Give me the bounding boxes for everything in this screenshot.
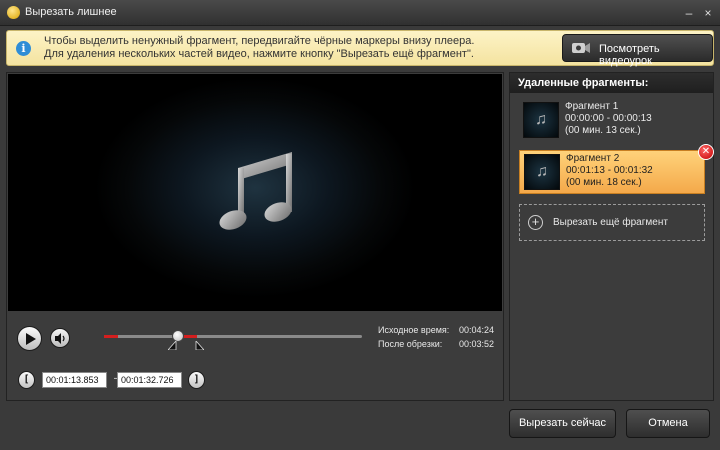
hint-line-1: Чтобы выделить ненужный фрагмент, передв…: [44, 35, 475, 47]
plus-icon: +: [528, 215, 543, 230]
video-camera-icon: [572, 43, 590, 53]
timeline-track[interactable]: [104, 335, 362, 338]
hint-line-2: Для удаления нескольких частей видео, на…: [44, 48, 474, 60]
fragment-range: 00:01:13 - 00:01:32: [566, 165, 653, 176]
video-preview[interactable]: [8, 74, 502, 311]
add-fragment-button[interactable]: + Вырезать ещё фрагмент: [519, 204, 705, 241]
add-fragment-label: Вырезать ещё фрагмент: [553, 217, 668, 228]
end-time-field[interactable]: 00:01:32.726: [117, 372, 182, 388]
player-panel: Исходное время: 00:04:24 После обрезки: …: [6, 72, 504, 401]
delete-fragment-icon[interactable]: ✕: [698, 144, 714, 160]
fragments-title: Удаленные фрагменты:: [518, 77, 649, 89]
set-end-button[interactable]: ]: [188, 371, 205, 389]
start-time-field[interactable]: 00:01:13.853: [42, 372, 107, 388]
title-bar: Вырезать лишнее – ×: [0, 0, 720, 26]
speaker-icon: [55, 333, 65, 344]
original-time-value: 00:04:24: [459, 325, 495, 335]
end-marker-icon[interactable]: [195, 341, 204, 350]
hint-text: Чтобы выделить ненужный фрагмент, передв…: [44, 35, 474, 61]
volume-button[interactable]: [50, 328, 70, 348]
fragment-name: Фрагмент 1: [565, 101, 619, 112]
fragment-thumbnail: ♫: [524, 154, 560, 190]
music-note-icon: [219, 152, 292, 230]
removed-segment-1: [104, 335, 118, 338]
original-time-label: Исходное время:: [378, 325, 450, 335]
after-trim-value: 00:03:52: [459, 339, 495, 349]
close-button[interactable]: ×: [700, 5, 716, 21]
watch-video-lesson-button[interactable]: Посмотреть видеоурок: [562, 34, 713, 67]
hint-bar: i Чтобы выделить ненужный фрагмент, пере…: [6, 30, 714, 67]
set-start-button[interactable]: [: [18, 371, 35, 389]
cut-now-button[interactable]: Вырезать сейчас: [509, 409, 616, 438]
fragment-name: Фрагмент 2: [566, 153, 620, 164]
window-title: Вырезать лишнее: [25, 6, 117, 18]
info-icon: i: [16, 41, 31, 56]
fragments-header: Удаленные фрагменты:: [510, 73, 713, 93]
fragment-range: 00:00:00 - 00:00:13: [565, 113, 652, 124]
fragment-info: Фрагмент 1 00:00:00 - 00:00:13 (00 мин. …: [565, 101, 652, 137]
watch-video-lesson-label: Посмотреть видеоурок: [599, 43, 660, 67]
fragment-thumbnail: ♫: [523, 102, 559, 138]
play-icon: [26, 333, 36, 345]
fragment-item-2[interactable]: ♫ Фрагмент 2 00:01:13 - 00:01:32 (00 мин…: [519, 144, 714, 194]
cancel-button[interactable]: Отмена: [626, 409, 710, 438]
fragment-item-1[interactable]: ♫ Фрагмент 1 00:00:00 - 00:00:13 (00 мин…: [519, 99, 705, 143]
app-icon: [7, 6, 20, 19]
fragments-panel: Удаленные фрагменты: ♫ Фрагмент 1 00:00:…: [509, 72, 714, 401]
after-trim-label: После обрезки:: [378, 339, 443, 349]
minimize-button[interactable]: –: [681, 5, 697, 21]
start-marker-icon[interactable]: [168, 341, 177, 350]
fragment-duration: (00 мин. 13 сек.): [565, 125, 641, 136]
fragment-duration: (00 мин. 18 сек.): [566, 177, 642, 188]
fragment-info: Фрагмент 2 00:01:13 - 00:01:32 (00 мин. …: [566, 153, 653, 189]
play-button[interactable]: [17, 326, 42, 351]
